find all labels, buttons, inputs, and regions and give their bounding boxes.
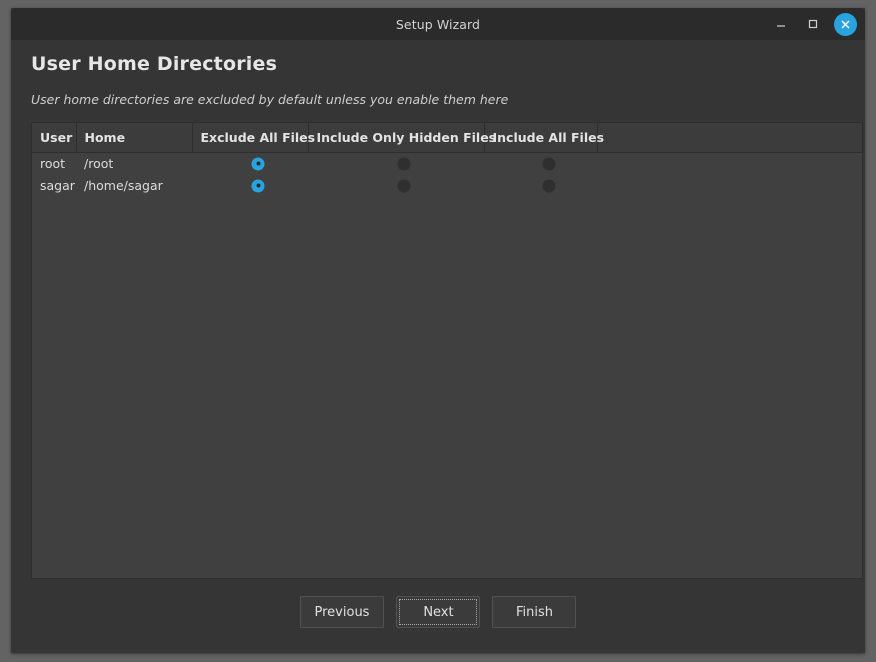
- window-title: Setup Wizard: [395, 16, 481, 32]
- cell-home: /root: [84, 156, 114, 171]
- close-icon[interactable]: [834, 12, 857, 36]
- cell-home: /home/sagar: [84, 178, 163, 193]
- user-home-directories-table: User Home Exclude All Files Include Only…: [31, 122, 863, 579]
- table-row[interactable]: root /root: [32, 152, 862, 175]
- table-header-row: User Home Exclude All Files Include Only…: [32, 123, 862, 153]
- page-title: User Home Directories: [31, 53, 278, 75]
- radio-exclude-all-files[interactable]: [192, 175, 308, 197]
- cell-filler: [597, 175, 862, 197]
- setup-wizard-window: Setup Wizard User Home Directories User …: [11, 8, 865, 653]
- finish-button[interactable]: Finish: [492, 596, 577, 628]
- column-header-home[interactable]: Home: [76, 123, 193, 153]
- next-button[interactable]: Next: [396, 596, 481, 628]
- cell-user: sagar: [40, 178, 75, 193]
- column-header-include-only-hidden-files[interactable]: Include Only Hidden Files: [308, 123, 496, 153]
- window-content: User Home Directories User home director…: [11, 40, 865, 653]
- previous-button[interactable]: Previous: [299, 596, 385, 628]
- window-titlebar[interactable]: Setup Wizard: [11, 8, 865, 40]
- minimize-icon[interactable]: [770, 13, 792, 35]
- table-row[interactable]: sagar /home/sagar: [32, 175, 862, 197]
- radio-include-only-hidden-files[interactable]: [308, 175, 484, 197]
- column-header-user[interactable]: User: [32, 123, 77, 153]
- page-subtitle: User home directories are excluded by de…: [31, 92, 509, 107]
- radio-exclude-all-files[interactable]: [192, 152, 308, 175]
- column-header-exclude-all-files[interactable]: Exclude All Files: [192, 123, 315, 153]
- maximize-icon[interactable]: [802, 13, 824, 35]
- wizard-button-bar: Previous Next Finish: [22, 579, 854, 653]
- window-controls: [770, 8, 857, 40]
- column-header-filler: [597, 123, 862, 153]
- radio-include-all-files[interactable]: [484, 152, 597, 175]
- cell-filler: [597, 152, 862, 175]
- column-header-include-all-files[interactable]: Include All Files: [484, 123, 604, 153]
- radio-include-all-files[interactable]: [484, 175, 597, 197]
- cell-user: root: [40, 156, 66, 171]
- radio-include-only-hidden-files[interactable]: [308, 152, 484, 175]
